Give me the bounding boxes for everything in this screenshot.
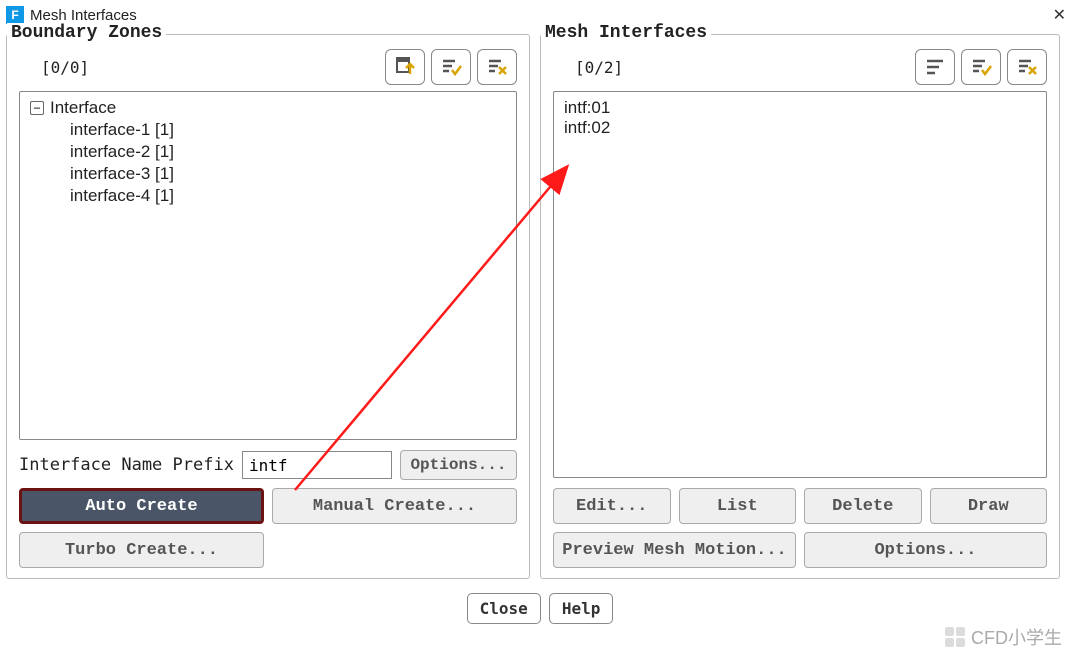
collapse-icon[interactable]: − <box>30 101 44 115</box>
boundary-zones-title: Boundary Zones <box>7 23 166 43</box>
edit-button[interactable]: Edit... <box>553 488 671 524</box>
options-button[interactable]: Options... <box>400 450 517 480</box>
deselect-all-icon[interactable] <box>477 49 517 85</box>
wechat-icon <box>945 627 965 647</box>
list-item[interactable]: interface-3 [1] <box>70 164 506 184</box>
interface-prefix-input[interactable] <box>242 451 392 479</box>
auto-create-button[interactable]: Auto Create <box>19 488 264 524</box>
draw-button[interactable]: Draw <box>930 488 1048 524</box>
filter-toggle-icon[interactable] <box>385 49 425 85</box>
select-all-icon[interactable] <box>431 49 471 85</box>
close-button[interactable]: Close <box>467 593 541 624</box>
turbo-create-button[interactable]: Turbo Create... <box>19 532 264 568</box>
list-item[interactable]: interface-4 [1] <box>70 186 506 206</box>
mesh-interfaces-panel: Mesh Interfaces [0/2] intf:01 <box>540 34 1060 579</box>
mesh-interfaces-list[interactable]: intf:01 intf:02 <box>553 91 1047 478</box>
boundary-zones-counter: [0/0] <box>19 58 89 77</box>
watermark-text: CFD小学生 <box>971 624 1062 650</box>
select-all-icon[interactable] <box>961 49 1001 85</box>
close-icon[interactable]: ✕ <box>1045 5 1074 25</box>
list-button[interactable]: List <box>679 488 797 524</box>
preview-mesh-motion-button[interactable]: Preview Mesh Motion... <box>553 532 796 568</box>
list-item[interactable]: intf:01 <box>564 98 1036 118</box>
list-item[interactable]: intf:02 <box>564 118 1036 138</box>
manual-create-button[interactable]: Manual Create... <box>272 488 517 524</box>
help-button[interactable]: Help <box>549 593 614 624</box>
filter-icon[interactable] <box>915 49 955 85</box>
mesh-interfaces-counter: [0/2] <box>553 58 623 77</box>
boundary-zones-panel: Boundary Zones [0/0] − <box>6 34 530 579</box>
deselect-all-icon[interactable] <box>1007 49 1047 85</box>
watermark: CFD小学生 <box>945 624 1062 650</box>
interface-prefix-label: Interface Name Prefix <box>19 455 234 475</box>
boundary-zones-list[interactable]: − Interface interface-1 [1] interface-2 … <box>19 91 517 440</box>
window-title: Mesh Interfaces <box>30 7 1045 24</box>
list-item[interactable]: interface-1 [1] <box>70 120 506 140</box>
mesh-interfaces-title: Mesh Interfaces <box>541 23 711 43</box>
list-item[interactable]: interface-2 [1] <box>70 142 506 162</box>
app-icon: F <box>6 6 24 24</box>
tree-root-label: Interface <box>50 98 116 118</box>
options-button[interactable]: Options... <box>804 532 1047 568</box>
delete-button[interactable]: Delete <box>804 488 922 524</box>
